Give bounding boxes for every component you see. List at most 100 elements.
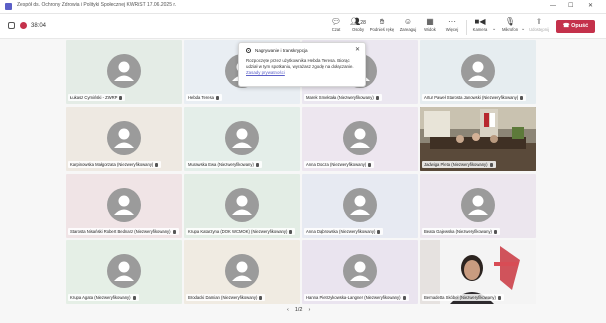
participant-name-text: Starosta Nisański Robert Bednarz (Niezwe… xyxy=(70,229,171,234)
participant-tile[interactable]: Beata Gajewska (Niezweryfikowany) xyxy=(420,174,536,238)
mic-muted-icon xyxy=(172,229,176,234)
next-page-button[interactable]: › xyxy=(309,307,311,313)
camera-icon: ■◀ xyxy=(474,17,486,26)
avatar xyxy=(343,188,377,222)
mic-muted-icon xyxy=(520,95,524,100)
avatar xyxy=(343,121,377,155)
participant-name: Krupa Agata (Niezweryfikowany) xyxy=(68,294,139,301)
participant-name: Beata Gajewska (Niezweryfikowany) xyxy=(422,228,500,235)
mic-icon: 🎙︎ xyxy=(504,17,516,26)
title-bar: Zespół ds. Ochrony Zdrowia i Polityki Sp… xyxy=(0,0,606,14)
shield-icon[interactable] xyxy=(8,22,15,29)
participant-name: Brodacki Damian (Niezweryfikowany) xyxy=(186,294,266,301)
avatar xyxy=(107,121,141,155)
minimize-button[interactable]: — xyxy=(550,2,556,10)
leave-button[interactable]: ☎ Opuść xyxy=(556,20,595,33)
share-label: Udostępnij xyxy=(529,27,549,32)
mic-label: Mikrofon xyxy=(501,27,519,32)
camera-options-chevron-icon[interactable]: ⌄ xyxy=(492,26,496,32)
people-button[interactable]: 👥︎28 Osoby xyxy=(345,17,371,37)
participant-tile[interactable]: Murawska Ewa (Niezweryfikowany) xyxy=(184,107,300,171)
participant-name: Anna Dąbrowska (Niezweryfikowany) xyxy=(304,228,384,235)
page-indicator: 1/2 xyxy=(294,307,303,313)
record-icon xyxy=(20,22,27,29)
mic-button[interactable]: 🎙︎ Mikrofon xyxy=(497,17,523,37)
avatar xyxy=(107,54,141,88)
teams-meeting-window: Zespół ds. Ochrony Zdrowia i Polityki Sp… xyxy=(0,0,606,323)
more-label: Więcej xyxy=(445,27,459,32)
participant-name: Anna Docza (Niezweryfikowany) xyxy=(304,161,375,168)
close-window-button[interactable]: ✕ xyxy=(588,2,593,10)
people-icon: 👥︎28 xyxy=(350,17,366,26)
avatar xyxy=(225,121,259,155)
mic-muted-icon xyxy=(119,95,123,100)
participant-tile[interactable]: Anna Dąbrowska (Niezweryfikowany) xyxy=(302,174,418,238)
record-icon xyxy=(246,48,251,53)
mic-muted-icon xyxy=(377,229,381,234)
avatar xyxy=(225,188,259,222)
notification-close-button[interactable]: ✕ xyxy=(355,46,360,53)
meeting-timer: 38:04 xyxy=(31,23,47,29)
participant-name-text: Hebda Teresa xyxy=(188,95,214,100)
leave-label: Opuść xyxy=(571,23,589,29)
mic-muted-icon xyxy=(375,95,379,100)
participant-name-text: Krupa Katarzyna (DOK WCMOK) (Niezweryfik… xyxy=(188,229,288,234)
participant-tile[interactable]: Starosta Nisański Robert Bednarz (Niezwe… xyxy=(66,174,182,238)
person-icon xyxy=(468,61,488,81)
raise-hand-button[interactable]: ✋︎ Podnieś rękę xyxy=(369,17,395,37)
participant-name-text: Anna Docza (Niezweryfikowany) xyxy=(306,162,367,167)
person-icon xyxy=(232,128,252,148)
participant-tile[interactable]: Artur Paweł Starosta Janowski (Niezweryf… xyxy=(420,40,536,104)
raise-hand-icon: ✋︎ xyxy=(379,17,385,26)
participant-name: Hebda Teresa xyxy=(186,94,222,101)
notification-text: Rozpoczęte przez użytkownika Hebda Teres… xyxy=(246,58,354,70)
participant-name: Starosta Nisański Robert Bednarz (Niezwe… xyxy=(68,228,179,235)
participant-name: Karpinowska Małgorzata (Niezweryfikowany… xyxy=(68,161,162,168)
participant-tile[interactable]: Karpinowska Małgorzata (Niezweryfikowany… xyxy=(66,107,182,171)
participant-tile[interactable]: Brodacki Damian (Niezweryfikowany) xyxy=(184,240,300,304)
participant-name: Artur Paweł Starosta Janowski (Niezweryf… xyxy=(422,94,527,101)
person-icon xyxy=(114,128,134,148)
participant-name-text: Bernadetta Skóbel (Niezweryfikowany) xyxy=(424,295,496,300)
maximize-button[interactable]: ☐ xyxy=(568,2,573,10)
participant-name-text: Krupa Agata (Niezweryfikowany) xyxy=(70,295,131,300)
participant-name-text: Artur Paweł Starosta Janowski (Niezweryf… xyxy=(424,95,519,100)
participant-tile[interactable]: Anna Docza (Niezweryfikowany) xyxy=(302,107,418,171)
privacy-policy-link[interactable]: Zasady prywatności xyxy=(246,70,285,75)
participant-tile[interactable]: Krupa Katarzyna (DOK WCMOK) (Niezweryfik… xyxy=(184,174,300,238)
avatar xyxy=(107,254,141,288)
mic-muted-icon xyxy=(368,162,372,167)
mic-muted-icon xyxy=(155,162,159,167)
more-button[interactable]: ··· Więcej xyxy=(439,17,465,37)
share-button[interactable]: ⬆ Udostępnij xyxy=(526,17,552,37)
participant-tile[interactable]: Krupa Agata (Niezweryfikowany) xyxy=(66,240,182,304)
person-icon xyxy=(350,128,370,148)
participant-tile[interactable]: Jadwiga Pleta (Niezweryfikowany) xyxy=(420,107,536,171)
participant-name: Marek Smektała (Niezweryfikowany) xyxy=(304,94,382,101)
person-icon xyxy=(232,195,252,215)
meeting-toolbar: 38:04 💬︎ Czat 👥︎28 Osoby ✋︎ Podnieś rękę… xyxy=(0,14,606,39)
mic-muted-icon xyxy=(132,295,136,300)
mic-muted-icon xyxy=(216,95,219,100)
people-label: Osoby xyxy=(351,27,365,32)
participant-tile[interactable]: Hanna Pietrzykowska-Langner (Niezweryfik… xyxy=(302,240,418,304)
avatar xyxy=(107,188,141,222)
camera-label: Kamera xyxy=(472,27,488,32)
person-icon xyxy=(468,195,488,215)
mic-muted-icon xyxy=(493,229,497,234)
participant-tile[interactable]: Łukasz Cymiński - ZWRP xyxy=(66,40,182,104)
raise-hand-label: Podnieś rękę xyxy=(369,27,395,32)
camera-button[interactable]: ■◀ Kamera xyxy=(467,17,493,37)
mic-muted-icon xyxy=(489,162,493,167)
recording-notification: Nagrywanie i transkrypcja ✕ Rozpoczęte p… xyxy=(238,42,366,87)
previous-page-button[interactable]: ‹ xyxy=(287,307,289,313)
participant-name: Murawska Ewa (Niezweryfikowany) xyxy=(186,161,262,168)
phone-icon: ☎ xyxy=(562,23,572,29)
participant-tile[interactable]: Bernadetta Skóbel (Niezweryfikowany) xyxy=(420,240,536,304)
participant-name: Łukasz Cymiński - ZWRP xyxy=(68,94,126,101)
mic-options-chevron-icon[interactable]: ⌄ xyxy=(521,26,525,32)
mic-muted-icon xyxy=(497,295,501,300)
person-icon xyxy=(114,261,134,281)
person-icon xyxy=(114,195,134,215)
participant-name-text: Łukasz Cymiński - ZWRP xyxy=(70,95,118,100)
